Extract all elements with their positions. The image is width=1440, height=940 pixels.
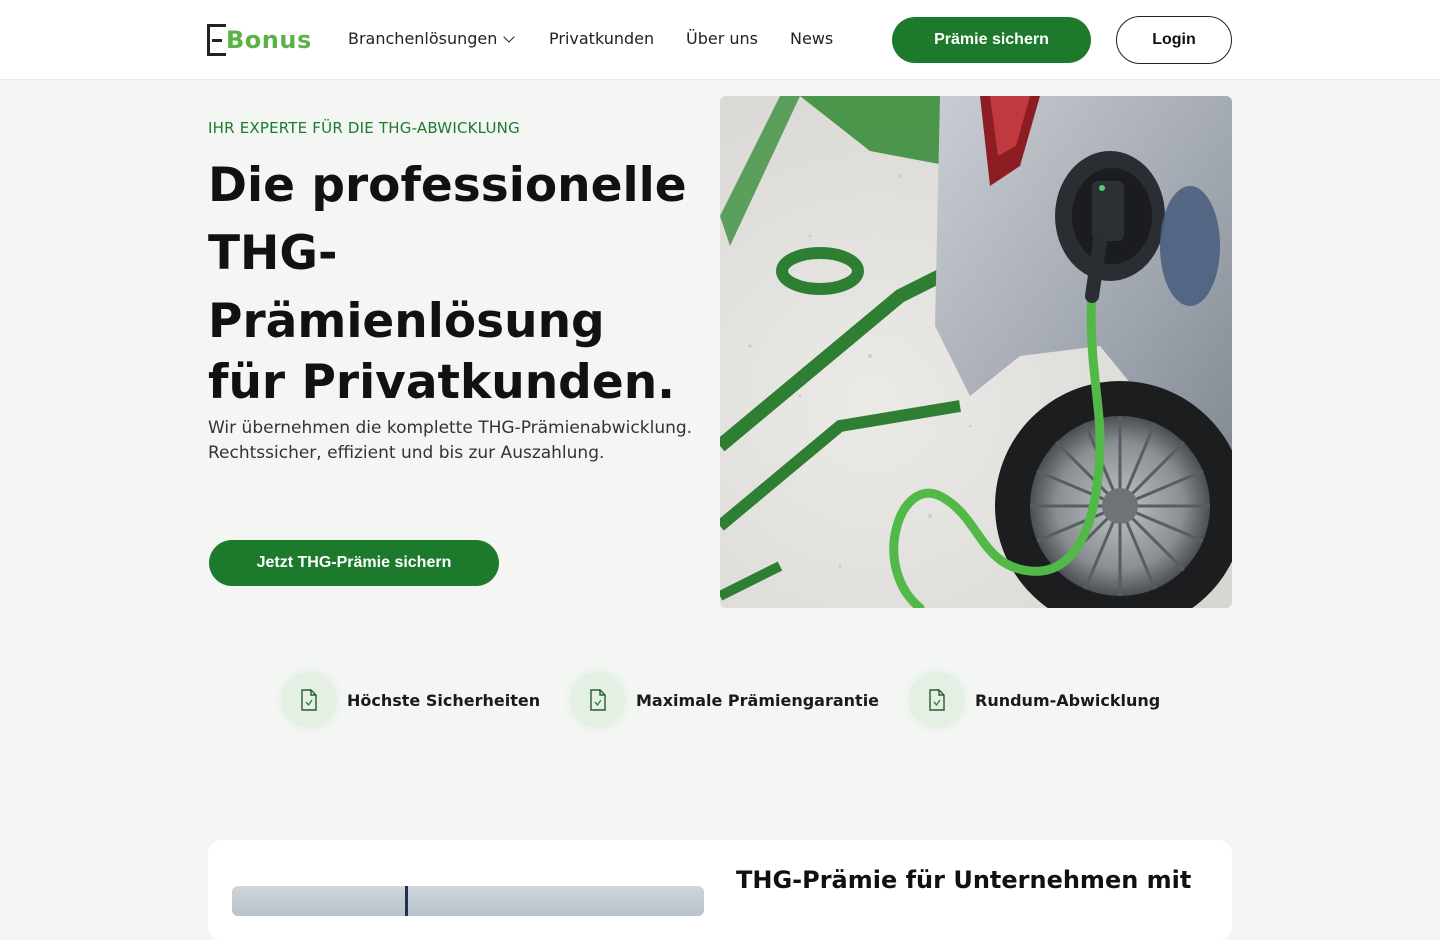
nav-item-branchenloesungen[interactable]: Branchenlösungen xyxy=(348,29,516,48)
document-check-icon xyxy=(281,672,337,728)
site-header: Bonus Branchenlösungen Privatkunden Über… xyxy=(0,0,1440,80)
logo-e-mark xyxy=(207,24,226,56)
image-detail xyxy=(405,886,408,916)
headline-line: für Privatkunden. xyxy=(208,355,676,410)
document-check-icon xyxy=(909,672,965,728)
feature-label: Maximale Prämiengarantie xyxy=(636,690,880,710)
feature-rundum-abwicklung: Rundum-Abwicklung xyxy=(909,672,1160,728)
headline-line: Die professionelle xyxy=(208,158,687,213)
feature-label: Rundum-Abwicklung xyxy=(975,690,1161,710)
hero-headline: Die professionelle THG- Prämienlösung fü… xyxy=(208,152,708,410)
electric-car-charging-image xyxy=(720,96,1232,608)
ebonus-logo[interactable]: Bonus xyxy=(207,22,311,58)
section-image xyxy=(232,886,704,916)
feature-label: Höchste Sicherheiten xyxy=(347,690,541,710)
section-title: THG-Prämie für Unternehmen mit xyxy=(736,866,1192,894)
login-button[interactable]: Login xyxy=(1116,16,1232,64)
document-check-icon xyxy=(570,672,626,728)
nav-item-news[interactable]: News xyxy=(790,29,833,48)
headline-line: Prämienlösung xyxy=(208,294,605,349)
headline-line: THG- xyxy=(208,226,338,281)
nav-item-label: Branchenlösungen xyxy=(348,29,498,48)
chevron-down-icon xyxy=(503,31,516,43)
feature-hoechste-sicherheiten: Höchste Sicherheiten xyxy=(281,672,540,728)
praemie-sichern-button[interactable]: Prämie sichern xyxy=(892,17,1091,63)
nav-item-ueber-uns[interactable]: Über uns xyxy=(686,29,758,48)
hero-subtext: Wir übernehmen die komplette THG-Prämien… xyxy=(208,418,693,463)
nav-item-privatkunden[interactable]: Privatkunden xyxy=(549,29,654,48)
logo-wordmark: Bonus xyxy=(226,26,312,54)
thg-praemie-cta-button[interactable]: Jetzt THG-Prämie sichern xyxy=(209,540,499,586)
hero-eyebrow: IHR EXPERTE FÜR DIE THG-ABWICKLUNG xyxy=(208,119,520,137)
feature-maximale-praemiengarantie: Maximale Prämiengarantie xyxy=(570,672,879,728)
